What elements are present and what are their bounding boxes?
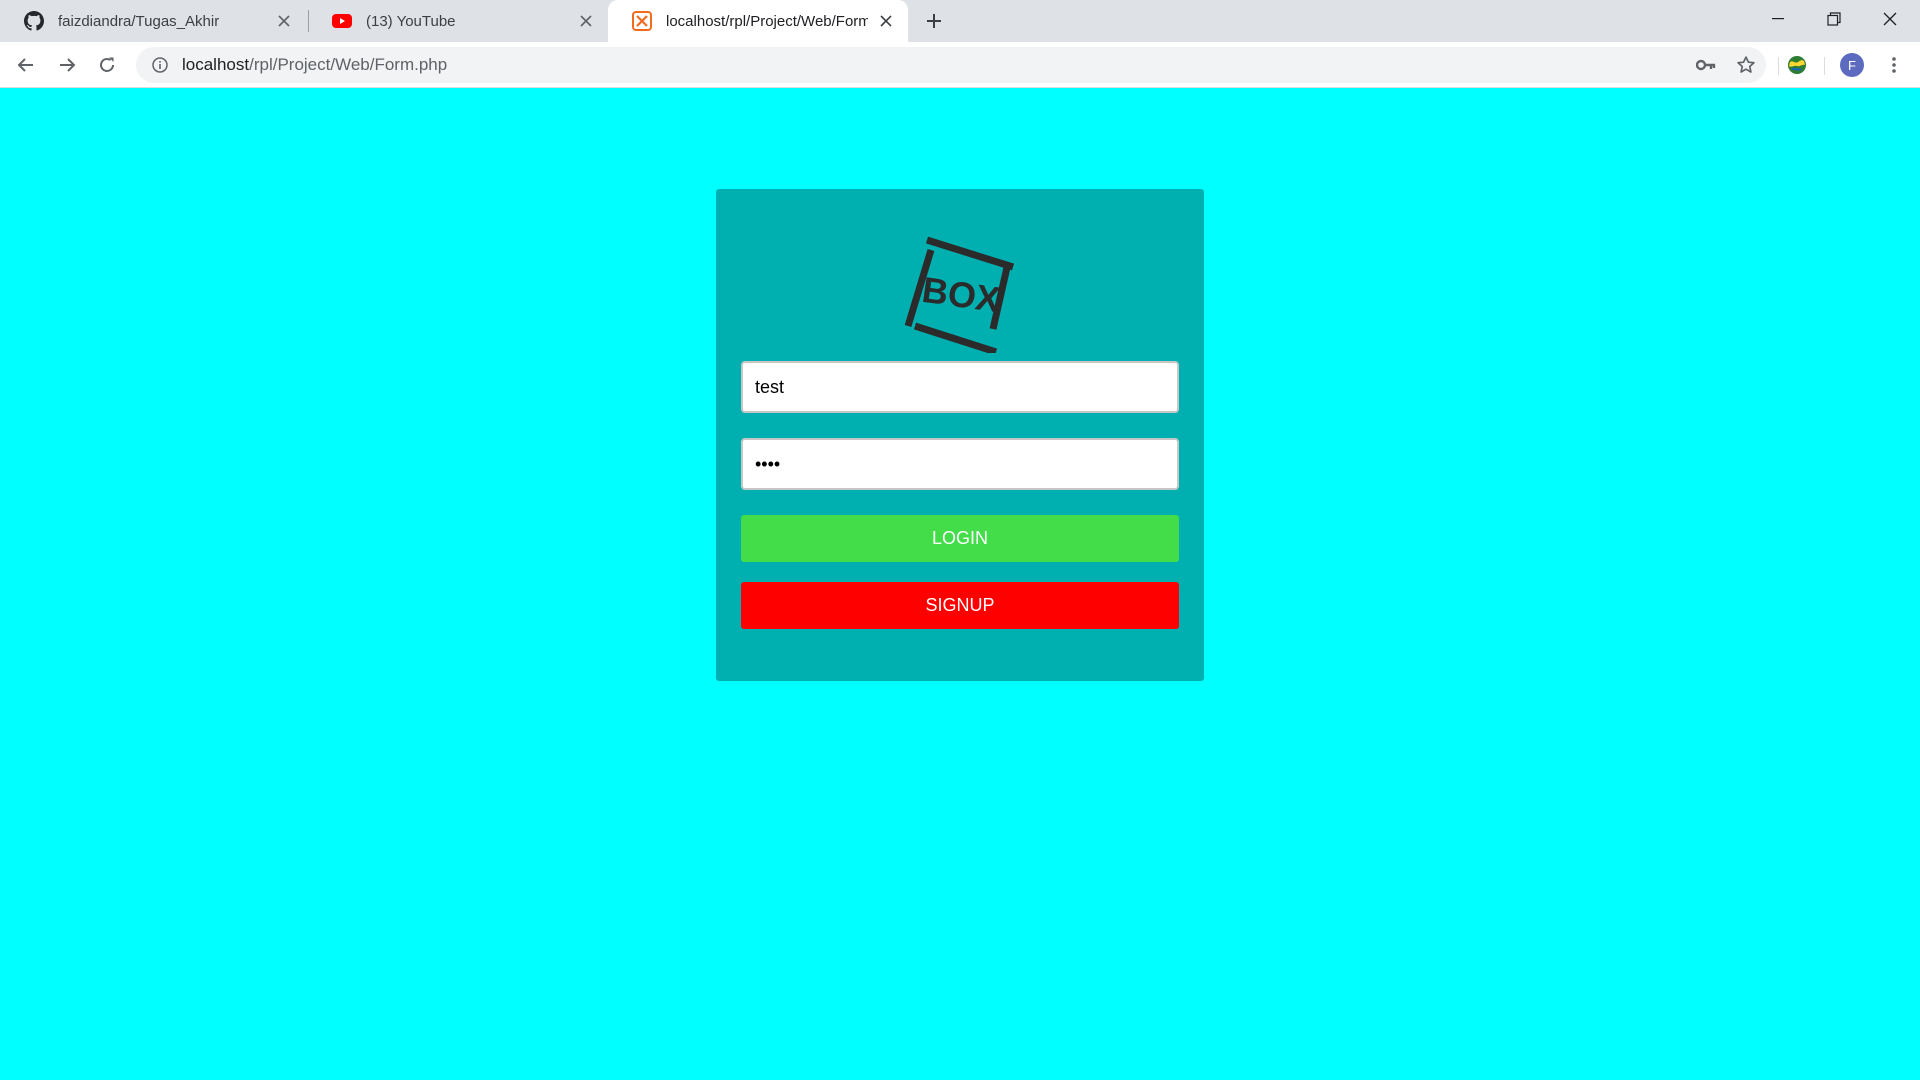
key-icon[interactable]: [1690, 49, 1722, 81]
tab-title: (13) YouTube: [366, 12, 456, 30]
login-card: BOX LOGIN SIGNUP: [716, 189, 1204, 681]
new-tab-button[interactable]: [920, 7, 948, 35]
page-body: BOX LOGIN SIGNUP: [0, 88, 1920, 1080]
url-text[interactable]: localhost/rpl/Project/Web/Form.php: [182, 55, 447, 75]
url-path: /rpl/Project/Web/Form.php: [249, 55, 448, 74]
minimize-button[interactable]: [1750, 0, 1806, 38]
box-logo: BOX: [904, 236, 1015, 353]
close-tab-icon[interactable]: [576, 11, 596, 31]
username-input[interactable]: [741, 361, 1179, 413]
bookmark-star-icon[interactable]: [1730, 49, 1762, 81]
tab-title: faizdiandra/Tugas_Akhir: [58, 12, 220, 30]
profile-avatar[interactable]: F: [1836, 49, 1868, 81]
password-input[interactable]: [741, 438, 1179, 490]
tab-strip: faizdiandra/Tugas_Akhir (13) YouTube loc…: [0, 0, 1920, 42]
back-button[interactable]: [10, 49, 42, 81]
github-icon: [24, 11, 44, 31]
extension-globe-icon[interactable]: [1781, 49, 1813, 81]
info-icon[interactable]: [150, 55, 170, 75]
toolbar-divider: [1824, 57, 1825, 75]
signup-button[interactable]: SIGNUP: [741, 582, 1179, 629]
tab-github[interactable]: faizdiandra/Tugas_Akhir: [0, 0, 306, 42]
xampp-icon: [632, 11, 652, 31]
menu-kebab-icon[interactable]: [1878, 49, 1910, 81]
close-tab-icon[interactable]: [274, 11, 294, 31]
tab-youtube[interactable]: (13) YouTube: [308, 0, 608, 42]
url-host: localhost: [182, 55, 250, 74]
youtube-icon: [332, 11, 352, 31]
tab-title: localhost/rpl/Project/Web/Form.php: [666, 12, 868, 30]
browser-toolbar: localhost/rpl/Project/Web/Form.php F: [0, 42, 1920, 88]
address-bar[interactable]: localhost/rpl/Project/Web/Form.php: [136, 47, 1766, 83]
avatar: F: [1840, 53, 1864, 77]
forward-button[interactable]: [51, 49, 83, 81]
restore-button[interactable]: [1806, 0, 1862, 38]
close-window-button[interactable]: [1862, 0, 1918, 38]
logo-text: BOX: [920, 269, 1003, 320]
toolbar-divider: [1778, 57, 1779, 75]
login-button[interactable]: LOGIN: [741, 515, 1179, 562]
reload-button[interactable]: [91, 49, 123, 81]
close-tab-icon[interactable]: [876, 11, 896, 31]
tab-form-active[interactable]: localhost/rpl/Project/Web/Form.php: [608, 0, 908, 42]
